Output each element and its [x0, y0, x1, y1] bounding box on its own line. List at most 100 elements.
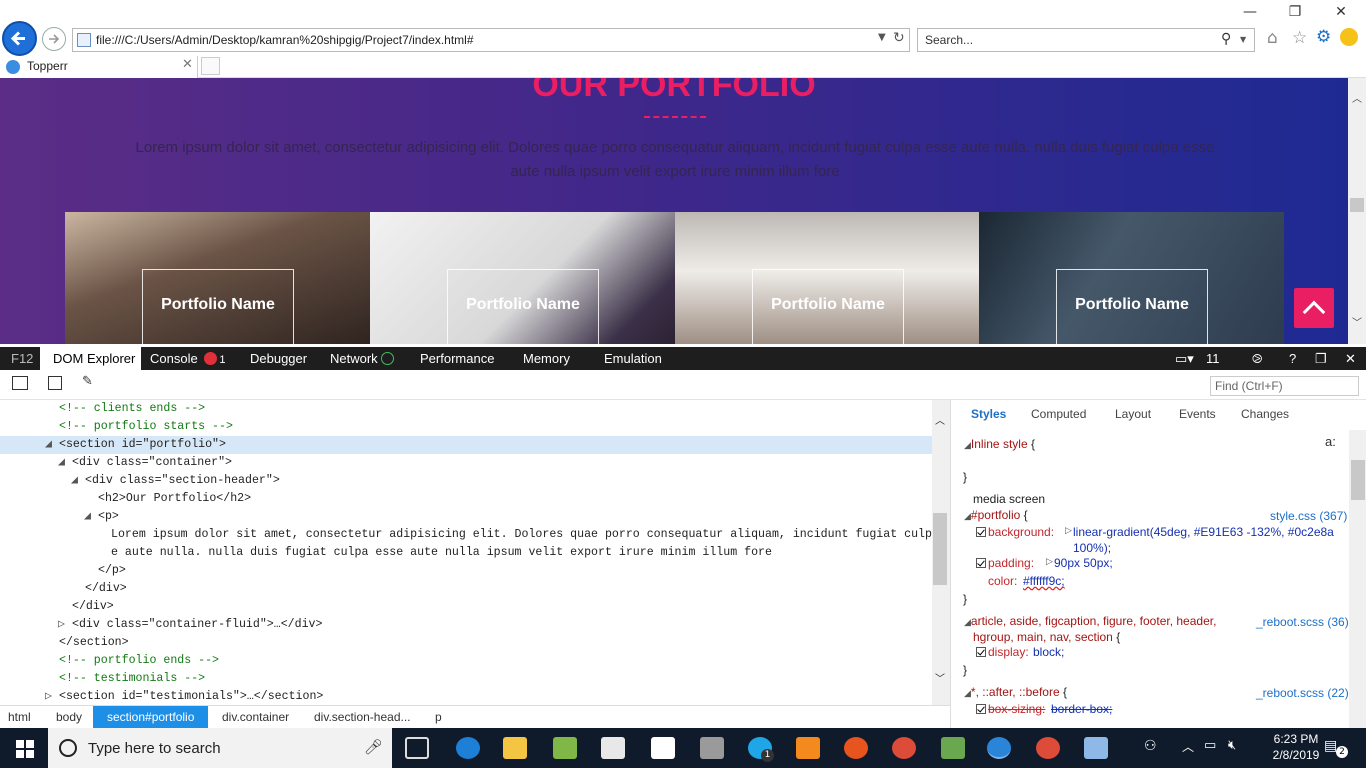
breadcrumb-item[interactable]: div.container	[216, 706, 295, 729]
feedback-smiley-icon[interactable]	[1340, 28, 1358, 46]
expand-icon[interactable]: ▷	[1046, 556, 1053, 567]
property-name[interactable]: padding:	[988, 556, 1034, 570]
restore-button[interactable]: ❐	[1280, 4, 1310, 20]
tab-events[interactable]: Events	[1179, 407, 1216, 421]
property-value-invalid[interactable]: #ffffff9c;	[1023, 574, 1065, 588]
search-input[interactable]: Search...	[925, 33, 973, 47]
dropdown-icon[interactable]: ▼	[878, 32, 886, 43]
dom-node[interactable]: ◢ <div class="container">	[0, 454, 932, 472]
app-icon[interactable]	[941, 737, 965, 759]
close-window-button[interactable]: ✕	[1326, 4, 1356, 20]
dom-text-node[interactable]: e aute nulla. nulla duis fugiat culpa es…	[0, 544, 932, 562]
property-name[interactable]: display:	[988, 645, 1029, 659]
sublime-text-icon[interactable]	[796, 737, 820, 759]
color-picker-icon[interactable]: ✎	[82, 374, 93, 389]
microphone-icon[interactable]: 🎤︎	[364, 738, 383, 756]
database-icon[interactable]	[700, 737, 724, 759]
property-checkbox[interactable]	[976, 527, 986, 537]
property-value[interactable]: 100%);	[1073, 541, 1111, 555]
tab-layout[interactable]: Layout	[1115, 407, 1151, 421]
property-checkbox[interactable]	[976, 704, 986, 714]
dom-node[interactable]: </p>	[0, 562, 932, 580]
network-icon[interactable]: ▭	[1204, 738, 1216, 753]
breadcrumb-item[interactable]: html	[2, 706, 37, 729]
dom-node[interactable]: </section>	[0, 634, 932, 652]
select-element-icon[interactable]	[12, 376, 28, 390]
portfolio-item[interactable]: Portfolio Name	[370, 212, 675, 344]
property-name-overridden[interactable]: box-sizing:	[988, 702, 1045, 716]
dom-node[interactable]: </div>	[0, 580, 932, 598]
property-value-overridden[interactable]: border-box;	[1051, 702, 1112, 716]
scroll-up-icon[interactable]: ︿	[1352, 90, 1362, 105]
css-rule[interactable]: ◢*, ::after, ::before {	[964, 685, 1067, 699]
inline-style-rule[interactable]: ◢Inline style {	[964, 437, 1035, 451]
search-icon[interactable]: ⚲	[1221, 31, 1231, 47]
dom-tree[interactable]: <!-- clients ends --> <!-- portfolio sta…	[0, 400, 932, 705]
mail-icon[interactable]	[651, 737, 675, 759]
taskbar-search[interactable]: Type here to search 🎤︎	[48, 728, 392, 768]
property-value[interactable]: linear-gradient(45deg, #E91E63 -132%, #0…	[1073, 525, 1334, 539]
tab-performance[interactable]: Performance	[420, 351, 494, 366]
dom-node[interactable]: <!-- portfolio starts -->	[0, 418, 932, 436]
close-tab-icon[interactable]: ✕	[182, 57, 193, 72]
browser-tab[interactable]: Topperr ✕	[0, 56, 198, 78]
close-devtools-icon[interactable]: ✕	[1345, 351, 1356, 367]
dom-node[interactable]: <!-- testimonials -->	[0, 670, 932, 688]
font-size-icon[interactable]: a:	[1325, 434, 1336, 449]
property-value[interactable]: 90px 50px;	[1054, 556, 1113, 570]
find-input[interactable]: Find (Ctrl+F)	[1210, 376, 1359, 396]
file-explorer-icon[interactable]	[503, 737, 527, 759]
breadcrumb-item[interactable]: p	[429, 706, 448, 729]
skype-icon[interactable]: 1	[748, 737, 774, 762]
dom-node[interactable]: ▷ <div class="container-fluid">…</div>	[0, 616, 932, 634]
paint-icon[interactable]	[1084, 737, 1108, 759]
target-picker-icon[interactable]: ▭▾	[1175, 351, 1194, 367]
start-button[interactable]	[16, 740, 34, 758]
edge-icon[interactable]	[456, 737, 480, 759]
minimize-button[interactable]: —	[1235, 4, 1265, 20]
page-scrollbar[interactable]: ︿ ﹀	[1348, 78, 1366, 344]
android-studio-icon[interactable]	[553, 737, 577, 759]
dom-node[interactable]: <!-- clients ends -->	[0, 400, 932, 418]
search-box[interactable]: Search... ⚲ ▼	[917, 28, 1255, 52]
favorites-star-icon[interactable]: ☆	[1292, 28, 1307, 48]
breadcrumb-item[interactable]: div.section-head...	[308, 706, 417, 729]
url-text[interactable]: file:///C:/Users/Admin/Desktop/kamran%20…	[96, 33, 474, 47]
tab-debugger[interactable]: Debugger	[250, 351, 307, 366]
settings-gear-icon[interactable]: ⚙	[1316, 27, 1331, 47]
dom-text-node[interactable]: Lorem ipsum dolor sit amet, consectetur …	[0, 526, 932, 544]
task-view-icon[interactable]	[405, 737, 429, 759]
tab-memory[interactable]: Memory	[523, 351, 570, 366]
back-button[interactable]	[2, 21, 37, 56]
help-icon[interactable]: ?	[1289, 351, 1296, 366]
styles-scrollbar[interactable]	[1349, 430, 1366, 728]
portfolio-item[interactable]: Portfolio Name	[979, 212, 1284, 344]
scroll-thumb[interactable]	[1351, 460, 1365, 500]
tab-changes[interactable]: Changes	[1241, 407, 1289, 421]
portfolio-item[interactable]: Portfolio Name	[65, 212, 370, 344]
internet-explorer-icon[interactable]	[987, 737, 1011, 759]
volume-muted-icon[interactable]: 🔇︎	[1228, 738, 1236, 753]
property-name[interactable]: color:	[988, 574, 1017, 588]
dom-node[interactable]: <h2>Our Portfolio</h2>	[0, 490, 932, 508]
system-clock[interactable]: 6:23 PM 2/8/2019	[1270, 731, 1322, 763]
tab-dom-explorer[interactable]: DOM Explorer	[40, 347, 141, 370]
forward-button[interactable]	[42, 27, 66, 51]
rule-source-link[interactable]: _reboot.scss (36)	[1256, 615, 1349, 629]
property-name[interactable]: background:	[988, 525, 1054, 539]
search-dropdown-icon[interactable]: ▼	[1240, 35, 1246, 44]
tab-emulation[interactable]: Emulation	[604, 351, 662, 366]
portfolio-item[interactable]: Portfolio Name	[675, 212, 980, 344]
dom-node[interactable]: ▷ <section id="testimonials">…</section>	[0, 688, 932, 705]
property-checkbox[interactable]	[976, 647, 986, 657]
dom-node[interactable]: ◢ <p>	[0, 508, 932, 526]
dom-node-selected[interactable]: ◢ <section id="portfolio">	[0, 436, 932, 454]
tab-console[interactable]: Console 1	[150, 351, 225, 366]
breadcrumb-item[interactable]: body	[50, 706, 88, 729]
firefox-icon[interactable]	[844, 737, 868, 759]
refresh-icon[interactable]: ↻	[893, 30, 905, 46]
property-checkbox[interactable]	[976, 558, 986, 568]
dom-scrollbar[interactable]: ︿ ﹀	[932, 400, 950, 705]
store-icon[interactable]	[601, 737, 625, 759]
address-bar[interactable]: file:///C:/Users/Admin/Desktop/kamran%20…	[72, 28, 910, 52]
